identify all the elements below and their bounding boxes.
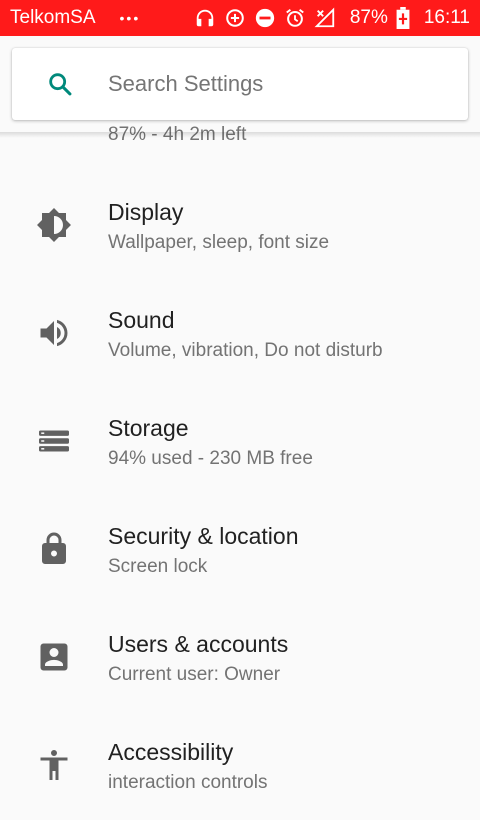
battery-charging-icon (396, 7, 410, 29)
lock-icon (36, 531, 72, 567)
settings-item-users[interactable]: Users & accounts Current user: Owner (0, 604, 480, 712)
search-icon (12, 70, 108, 98)
settings-item-display[interactable]: Display Wallpaper, sleep, font size (0, 172, 480, 280)
settings-item-sound[interactable]: Sound Volume, vibration, Do not disturb (0, 280, 480, 388)
status-bar: TelkomSA ••• 87% 16:11 (0, 0, 480, 36)
settings-item-accessibility[interactable]: Accessibility interaction controls (0, 712, 480, 820)
account-box-icon (36, 639, 72, 675)
settings-item-title: Sound (108, 307, 175, 333)
accessibility-icon (36, 747, 72, 783)
headphones-icon (194, 7, 216, 29)
header-shadow (0, 132, 480, 138)
settings-item-title: Security & location (108, 523, 299, 549)
data-saver-icon (224, 7, 246, 29)
clock: 16:11 (423, 7, 470, 28)
alarm-icon (284, 7, 306, 29)
settings-item-title: Storage (108, 415, 189, 441)
brightness-icon (36, 207, 72, 243)
status-icons: 87% (194, 7, 410, 29)
settings-item-summary: interaction controls (108, 772, 268, 793)
volume-icon (36, 315, 72, 351)
settings-item-summary: Wallpaper, sleep, font size (108, 232, 330, 253)
settings-item-summary: Volume, vibration, Do not disturb (108, 340, 383, 361)
settings-item-title: Accessibility (108, 739, 234, 765)
battery-percent: 87% (349, 7, 388, 28)
do-not-disturb-icon (254, 7, 276, 29)
settings-item-summary: Current user: Owner (108, 664, 281, 685)
settings-item-storage[interactable]: Storage 94% used - 230 MB free (0, 388, 480, 496)
settings-item-title: Users & accounts (108, 631, 289, 657)
more-notifications-icon: ••• (119, 10, 141, 26)
no-signal-icon (314, 7, 336, 29)
settings-item-summary: Screen lock (108, 556, 208, 577)
settings-item-security[interactable]: Security & location Screen lock (0, 496, 480, 604)
settings-item-summary: 94% used - 230 MB free (108, 448, 313, 469)
search-bar[interactable]: Search Settings (12, 48, 468, 120)
search-placeholder: Search Settings (108, 71, 264, 96)
carrier-label: TelkomSA (10, 7, 96, 28)
settings-item-title: Display (108, 199, 184, 225)
storage-icon (36, 423, 72, 459)
